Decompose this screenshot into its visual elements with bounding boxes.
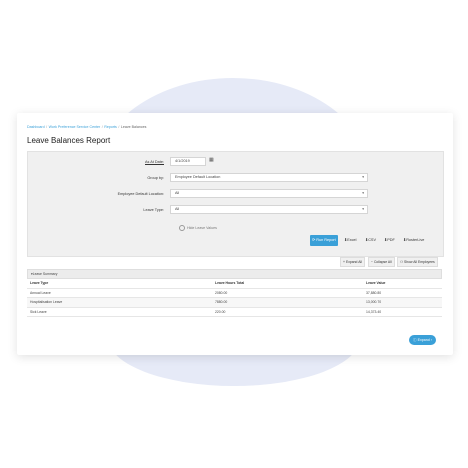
group-by-select[interactable]: Employee Default Location ▾ xyxy=(170,173,368,182)
expand-all-label: Expand All xyxy=(345,260,362,264)
breadcrumb-current: Leave Balances xyxy=(120,125,147,129)
table-row[interactable]: Sick Leave 220.00 14,373.40 xyxy=(27,308,442,317)
refresh-icon: ⟳ xyxy=(312,238,316,242)
table-cell: 220.00 xyxy=(215,309,226,314)
csv-label: CSV xyxy=(368,238,376,242)
collapse-all-button[interactable]: − Collapse All xyxy=(368,257,395,267)
show-all-employees-button[interactable]: ⚇ Show All Employees xyxy=(397,257,438,267)
table-cell: Sick Leave xyxy=(30,309,47,314)
checkbox-icon xyxy=(179,225,185,231)
table-cell: 37,880.80 xyxy=(366,290,382,295)
filter-panel: As At Date: 4/1/2019 ▦ Group by: Employe… xyxy=(27,151,444,257)
hide-values-checkbox[interactable]: Hide Leave Values xyxy=(179,225,217,231)
collapse-all-label: Collapse All xyxy=(373,260,392,264)
run-report-label: Run Report xyxy=(316,238,336,242)
column-header[interactable]: Leave Hours Total xyxy=(215,279,244,288)
report-card: Dashboard / Work Preference Service Center… xyxy=(17,113,453,355)
hide-values-label: Hide Leave Values xyxy=(187,225,217,230)
leave-type-label: Leave Type: xyxy=(143,208,164,212)
default-location-select[interactable]: All ▾ xyxy=(170,189,368,198)
expand-all-button[interactable]: + Expand All xyxy=(340,257,365,267)
csv-button[interactable]: ⬇CSV xyxy=(363,235,378,246)
table-cell: Annual Leave xyxy=(30,290,51,295)
minus-icon: − xyxy=(371,260,373,264)
show-all-employees-label: Show All Employees xyxy=(404,260,435,264)
grid-header-row: Leave Type Leave Hours Total Leave Value xyxy=(27,279,442,289)
as-at-date-input[interactable]: 4/1/2019 xyxy=(170,157,206,166)
excel-label: Excel xyxy=(347,238,357,242)
page-title: Leave Balances Report xyxy=(27,136,111,145)
breadcrumb-reports[interactable]: Reports xyxy=(104,125,117,129)
run-report-button[interactable]: ⟳ Run Report xyxy=(310,235,338,246)
leave-type-value: All xyxy=(175,207,180,211)
grid-group-header[interactable]: ▾Leave Summary xyxy=(27,269,442,279)
info-icon: ⓘ xyxy=(413,338,417,342)
group-by-value: Employee Default Location xyxy=(175,175,221,179)
as-at-date-label: As At Date: xyxy=(145,160,164,164)
table-cell: 7880.00 xyxy=(215,300,228,304)
leave-type-select[interactable]: All ▾ xyxy=(170,205,368,214)
table-row[interactable]: Hospitalisation Leave 7880.00 13,000.70 xyxy=(27,298,442,308)
roster-lite-label: RosterLive xyxy=(406,238,425,242)
grid-caption: Leave Summary xyxy=(32,272,58,276)
breadcrumb-separator: / xyxy=(118,125,120,129)
users-icon: ⚇ xyxy=(400,260,404,264)
chevron-down-icon: ▾ xyxy=(362,175,364,179)
calendar-icon[interactable]: ▦ xyxy=(209,157,214,163)
excel-button[interactable]: ⬇Excel xyxy=(342,235,358,246)
pdf-button[interactable]: ⬇PDF xyxy=(382,235,397,246)
table-row[interactable]: Annual Leave 2080.00 37,880.80 xyxy=(27,289,442,298)
table-cell: Hospitalisation Leave xyxy=(30,300,63,304)
breadcrumb-dashboard[interactable]: Dashboard xyxy=(27,125,45,129)
plus-icon: + xyxy=(343,260,345,264)
breadcrumb-service-center[interactable]: Work Preference Service Center xyxy=(49,125,101,129)
chevron-right-icon: › xyxy=(430,338,432,342)
table-cell: 2080.00 xyxy=(215,290,228,295)
leave-grid: ▾Leave Summary Leave Type Leave Hours To… xyxy=(27,269,442,317)
breadcrumb: Dashboard / Work Preference Service Center… xyxy=(27,125,146,129)
default-location-label: Employee Default Location: xyxy=(117,192,164,196)
group-by-label: Group by: xyxy=(147,176,164,180)
column-header[interactable]: Leave Value xyxy=(366,279,385,288)
table-cell: 14,373.40 xyxy=(366,309,382,314)
expand-button[interactable]: ⓘ Expand › xyxy=(409,335,436,345)
pdf-label: PDF xyxy=(387,238,395,242)
table-cell: 13,000.70 xyxy=(366,300,382,304)
expand-label: Expand xyxy=(417,338,430,342)
breadcrumb-separator: / xyxy=(46,125,48,129)
default-location-value: All xyxy=(175,191,180,195)
chevron-down-icon: ▾ xyxy=(362,207,364,211)
roster-lite-button[interactable]: ⬇RosterLive xyxy=(401,235,426,246)
chevron-down-icon: ▾ xyxy=(362,191,364,195)
breadcrumb-separator: / xyxy=(101,125,103,129)
column-header[interactable]: Leave Type xyxy=(30,279,48,288)
